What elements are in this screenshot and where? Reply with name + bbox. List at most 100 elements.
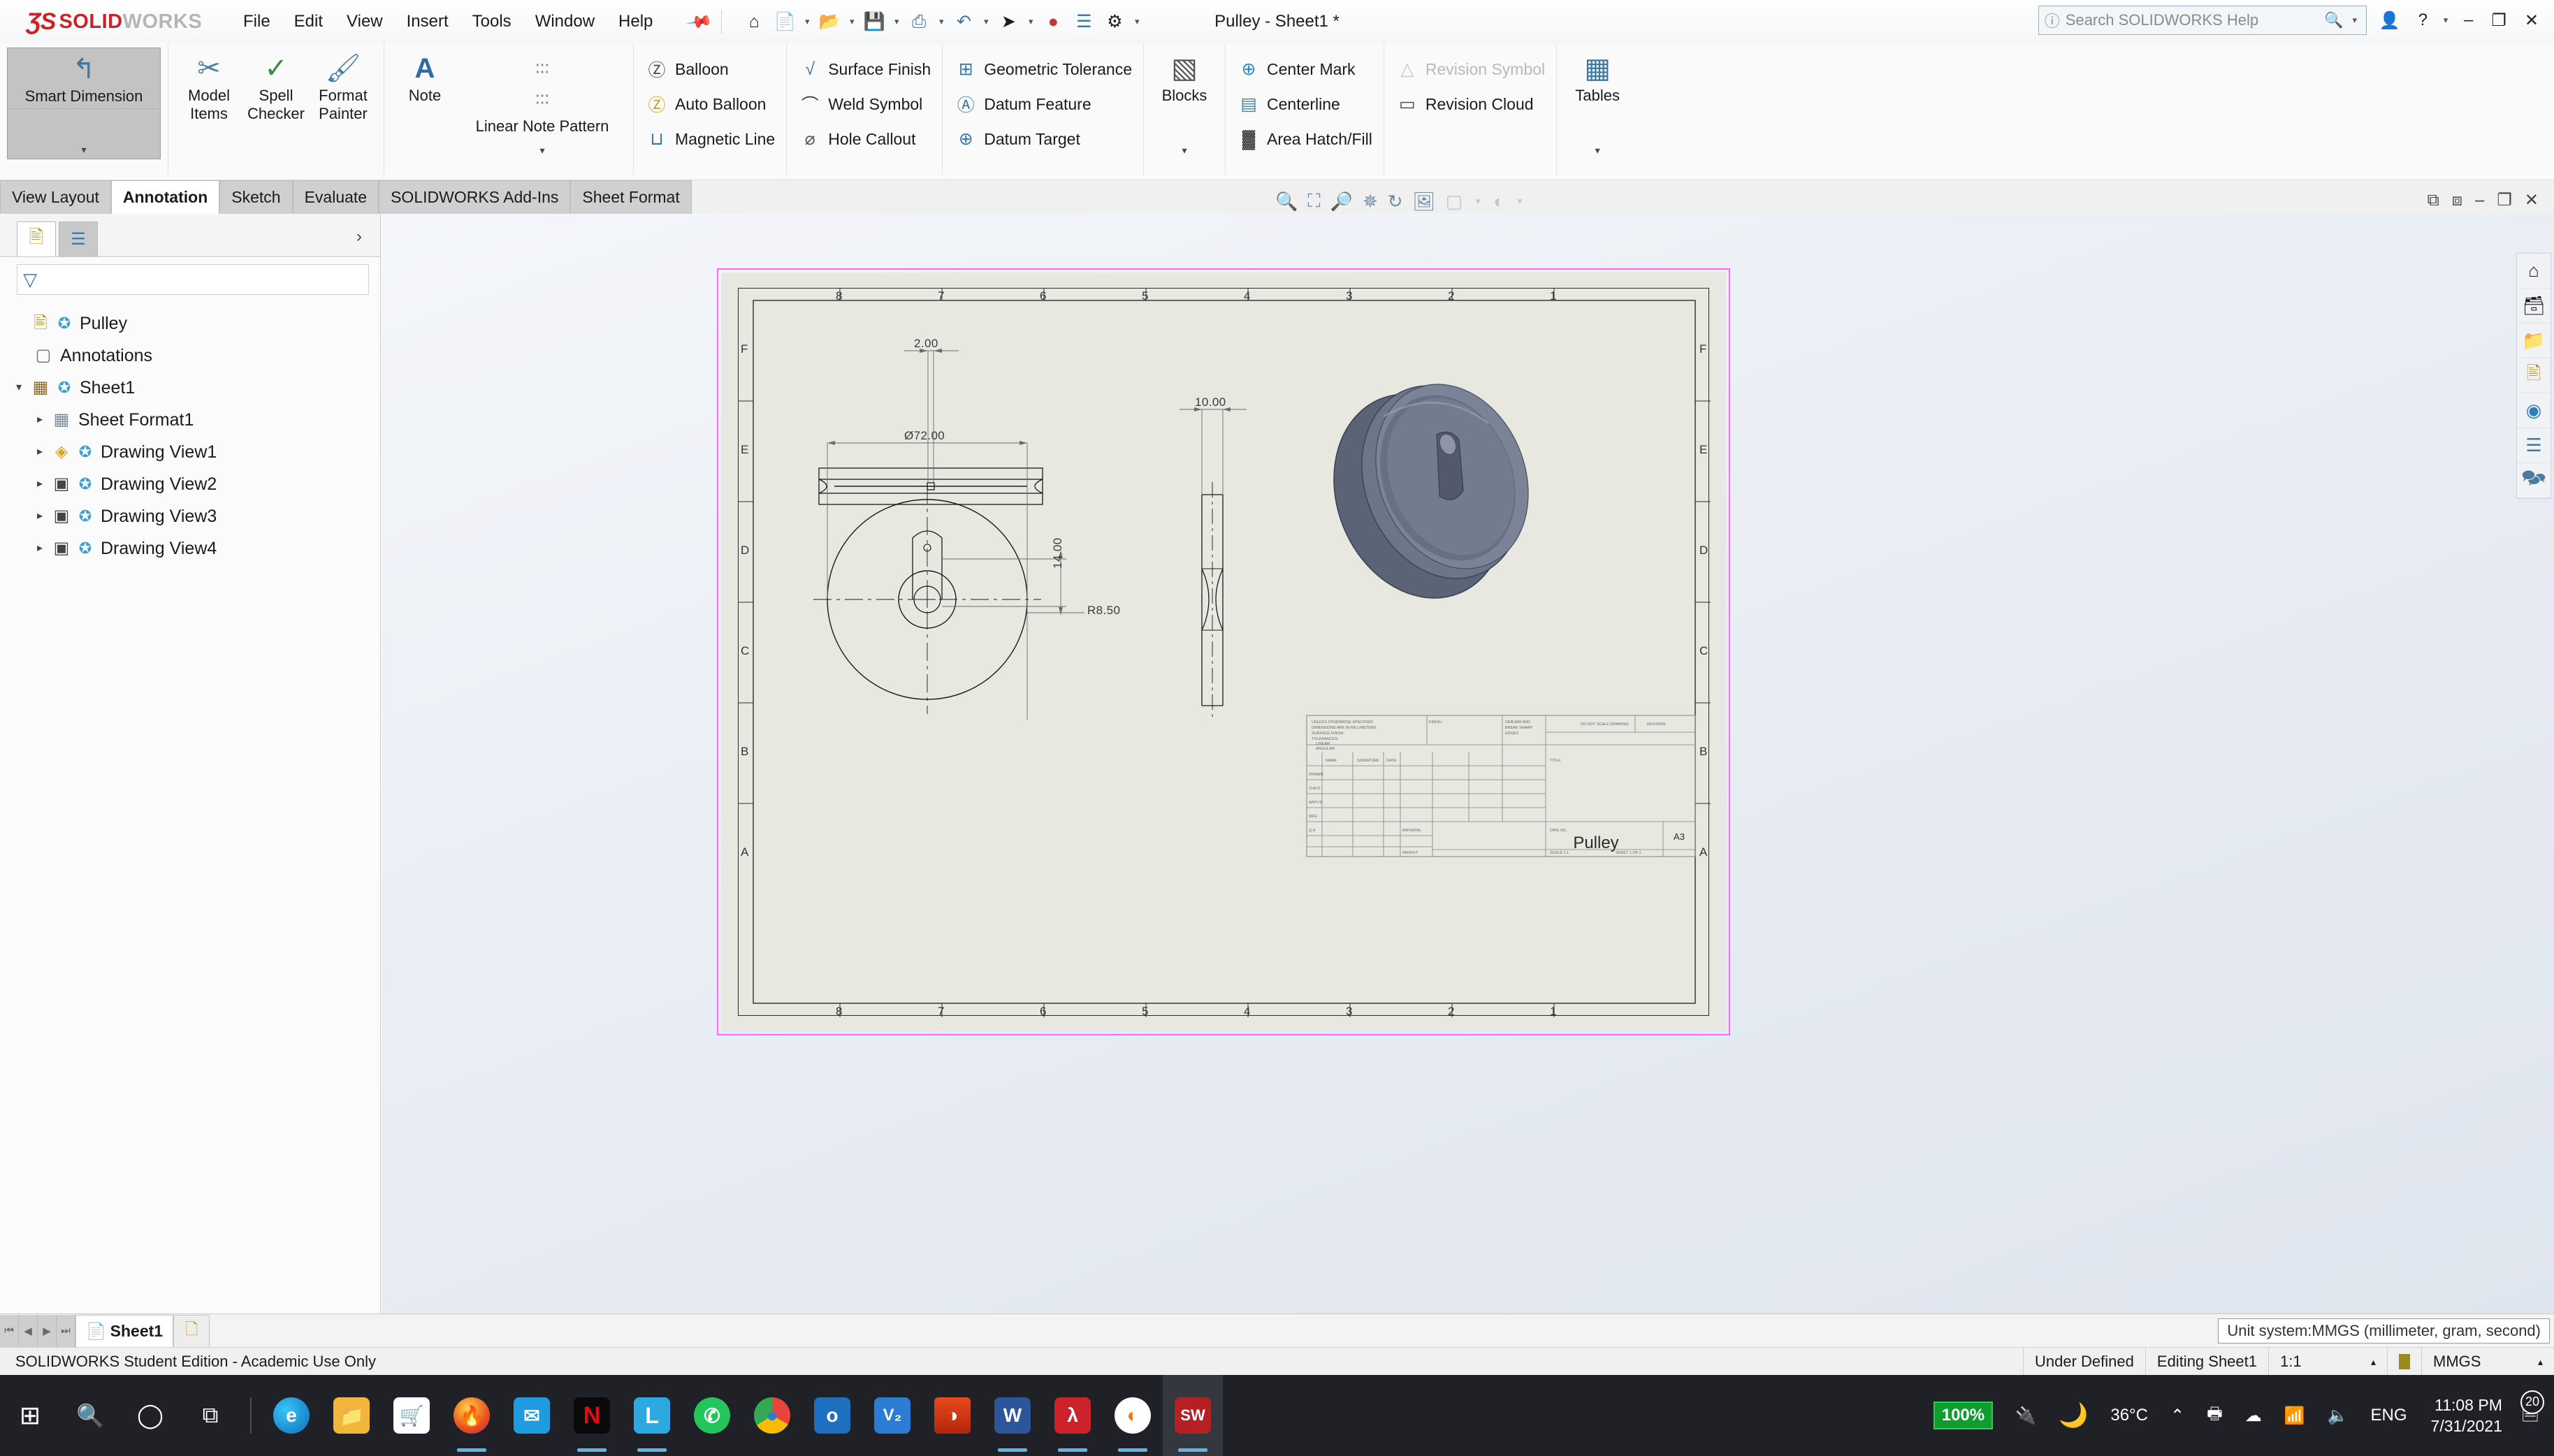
office-icon[interactable]: ◑ <box>922 1375 982 1456</box>
outlook-icon[interactable]: o <box>802 1375 862 1456</box>
microsoft-word-icon[interactable]: W <box>982 1375 1043 1456</box>
wifi-icon[interactable]: 📶 <box>2273 1406 2316 1426</box>
microsoft-edge-icon[interactable]: e <box>261 1375 321 1456</box>
center-mark-button[interactable]: ⊕ Center Mark <box>1233 53 1377 85</box>
home-icon[interactable]: ⌂ <box>740 7 768 36</box>
feature-filter-input[interactable]: ▽ <box>17 264 369 295</box>
design-library-icon[interactable]: 🖹 <box>2517 358 2551 393</box>
format-painter-button[interactable]: 🖌 FormatPainter <box>310 48 377 159</box>
geometric-tolerance-button[interactable]: ⊞ Geometric Tolerance <box>950 53 1136 85</box>
tab-sheet-format[interactable]: Sheet Format <box>570 180 691 214</box>
panel-expand-chevron-icon[interactable]: › <box>356 227 362 247</box>
note-button[interactable]: A Note <box>391 48 458 159</box>
sheet-nav-last[interactable]: ⏭ <box>57 1315 75 1347</box>
clock[interactable]: 11:08 PM 7/31/2021 <box>2418 1395 2515 1436</box>
menu-item-tools[interactable]: Tools <box>472 12 511 31</box>
firefox-icon[interactable]: 🔥 <box>442 1375 502 1456</box>
tree-item-sheet-format1[interactable]: ▸ ▦ Sheet Format1 <box>10 404 380 436</box>
help-caret-icon[interactable]: ▾ <box>2440 15 2451 26</box>
power-plug-icon[interactable]: 🔌 <box>2004 1406 2047 1426</box>
settings-gear-icon[interactable]: ⚙ <box>1101 7 1129 36</box>
new-document-caret-icon[interactable]: ▾ <box>801 16 813 27</box>
tree-item-pulley[interactable]: 🖹 ✪ Pulley <box>10 307 380 340</box>
tree-expander-sheet1[interactable]: ▾ <box>10 372 28 404</box>
file-explorer-icon[interactable]: 📁 <box>321 1375 382 1456</box>
printer-icon[interactable]: 🖶 <box>2196 1402 2234 1430</box>
mail-icon[interactable]: ✉ <box>502 1375 562 1456</box>
restore-button[interactable]: ❐ <box>2486 10 2512 31</box>
spell-checker-button[interactable]: ✓ SpellChecker <box>242 48 310 159</box>
pushpin-icon[interactable]: 📌 <box>685 8 714 36</box>
graphics-area[interactable]: UNLESS OTHERWISE SPECIFIED: DIMENSIONS A… <box>382 214 2554 1313</box>
sheet-tab-sheet1[interactable]: 📄 Sheet1 <box>75 1315 173 1347</box>
speaker-icon[interactable]: 🔈 <box>2316 1406 2360 1426</box>
undo-caret-icon[interactable]: ▾ <box>980 16 992 27</box>
appearances-icon[interactable]: 🗃 <box>2517 289 2551 323</box>
magnifier-icon[interactable]: 🔍 <box>2324 11 2343 29</box>
tab-solidworks-add-ins[interactable]: SOLIDWORKS Add-Ins <box>379 180 570 214</box>
tab-view-layout[interactable]: View Layout <box>0 180 111 214</box>
tab-annotation[interactable]: Annotation <box>111 180 219 214</box>
language-indicator[interactable]: ENG <box>2360 1406 2418 1425</box>
linear-note-pattern-button[interactable]: ∶∶∶∶∶∶ Linear Note Pattern ▾ <box>458 48 626 159</box>
outer-diameter-dim-text[interactable]: Ø72.00 <box>904 429 945 443</box>
open-folder-icon[interactable]: 📁 <box>2517 323 2551 358</box>
help-button[interactable]: ? <box>2413 10 2433 30</box>
sheet-nav-first[interactable]: ⏮ <box>0 1315 19 1347</box>
tree-expander-drawing-view3[interactable]: ▸ <box>31 500 49 532</box>
magnetic-line-button[interactable]: ⊔ Magnetic Line <box>641 123 779 155</box>
weld-symbol-button[interactable]: ⌒ Weld Symbol <box>794 88 935 120</box>
temperature-readout[interactable]: 36°C <box>2099 1406 2159 1425</box>
menu-item-file[interactable]: File <box>243 12 270 31</box>
status-scale[interactable]: 1:1 ▴ <box>2268 1348 2387 1376</box>
blocks-dropdown-icon[interactable]: ▾ <box>1182 145 1187 159</box>
tab-sketch[interactable]: Sketch <box>219 180 292 214</box>
pan-icon[interactable]: ✵ <box>1363 191 1378 212</box>
menu-item-insert[interactable]: Insert <box>407 12 449 31</box>
menu-item-edit[interactable]: Edit <box>294 12 323 31</box>
menu-item-window[interactable]: Window <box>535 12 595 31</box>
tables-button[interactable]: ▦ Tables ▾ <box>1564 48 1631 159</box>
task-view-icon[interactable]: ⧉ <box>180 1375 240 1456</box>
tile-vertical-icon[interactable]: ⧈ <box>2452 191 2462 210</box>
utorrent-icon[interactable]: ◐ <box>1103 1375 1163 1456</box>
tree-expander-drawing-view4[interactable]: ▸ <box>31 532 49 565</box>
options-panel-icon[interactable]: ☰ <box>1070 7 1098 36</box>
tables-dropdown-icon[interactable]: ▾ <box>1595 145 1600 159</box>
width-dim-text[interactable]: 10.00 <box>1195 395 1226 409</box>
select-caret-icon[interactable]: ▾ <box>1025 16 1036 27</box>
datum-target-button[interactable]: ⊕ Datum Target <box>950 123 1136 155</box>
tree-item-sheet1[interactable]: ▾ ▦ ✪ Sheet1 <box>10 372 380 404</box>
sheet-nav-prev[interactable]: ◀ <box>19 1315 38 1347</box>
groove-radius-dim-text[interactable]: R8.50 <box>1087 604 1120 618</box>
search-icon[interactable]: 🔍 <box>60 1375 120 1456</box>
open-document-icon[interactable]: 📂 <box>815 7 843 36</box>
rebuild-icon[interactable]: ● <box>1039 7 1067 36</box>
visual-studio-code-icon[interactable]: V₂ <box>862 1375 922 1456</box>
select-cursor-icon[interactable]: ➤ <box>994 7 1022 36</box>
whatsapp-icon[interactable]: ✆ <box>682 1375 742 1456</box>
property-manager-tab[interactable]: ☰ <box>59 221 98 256</box>
tree-item-drawing-view2[interactable]: ▸ ▣ ✪ Drawing View2 <box>10 468 380 500</box>
google-chrome-icon[interactable]: ● <box>742 1375 802 1456</box>
home-view-icon[interactable]: ⌂ <box>2517 254 2551 289</box>
open-document-caret-icon[interactable]: ▾ <box>846 16 857 27</box>
tray-expand-chevron-icon[interactable]: ⌃ <box>2159 1406 2196 1426</box>
blocks-button[interactable]: ▧ Blocks ▾ <box>1151 48 1218 159</box>
search-help-box[interactable]: ⓘ Search SOLIDWORKS Help 🔍 ▾ <box>2038 6 2367 35</box>
start-button-icon[interactable]: ⊞ <box>0 1375 60 1456</box>
print-caret-icon[interactable]: ▾ <box>936 16 947 27</box>
tile-horizontal-icon[interactable]: ⧉ <box>2428 191 2439 210</box>
sheet-nav-next[interactable]: ▶ <box>38 1315 57 1347</box>
save-caret-icon[interactable]: ▾ <box>891 16 902 27</box>
appearance-sphere-icon[interactable]: ◉ <box>2517 393 2551 428</box>
tree-item-drawing-view3[interactable]: ▸ ▣ ✪ Drawing View3 <box>10 500 380 532</box>
action-center-icon[interactable]: 🗎 20 <box>2515 1398 2554 1434</box>
new-document-icon[interactable]: 📄 <box>771 7 799 36</box>
menu-item-view[interactable]: View <box>347 12 383 31</box>
tree-expander-drawing-view1[interactable]: ▸ <box>31 436 49 468</box>
cortana-icon[interactable]: ◯ <box>120 1375 180 1456</box>
centerline-button[interactable]: ▤ Centerline <box>1233 88 1377 120</box>
microsoft-store-icon[interactable]: 🛒 <box>382 1375 442 1456</box>
menu-item-help[interactable]: Help <box>618 12 653 31</box>
